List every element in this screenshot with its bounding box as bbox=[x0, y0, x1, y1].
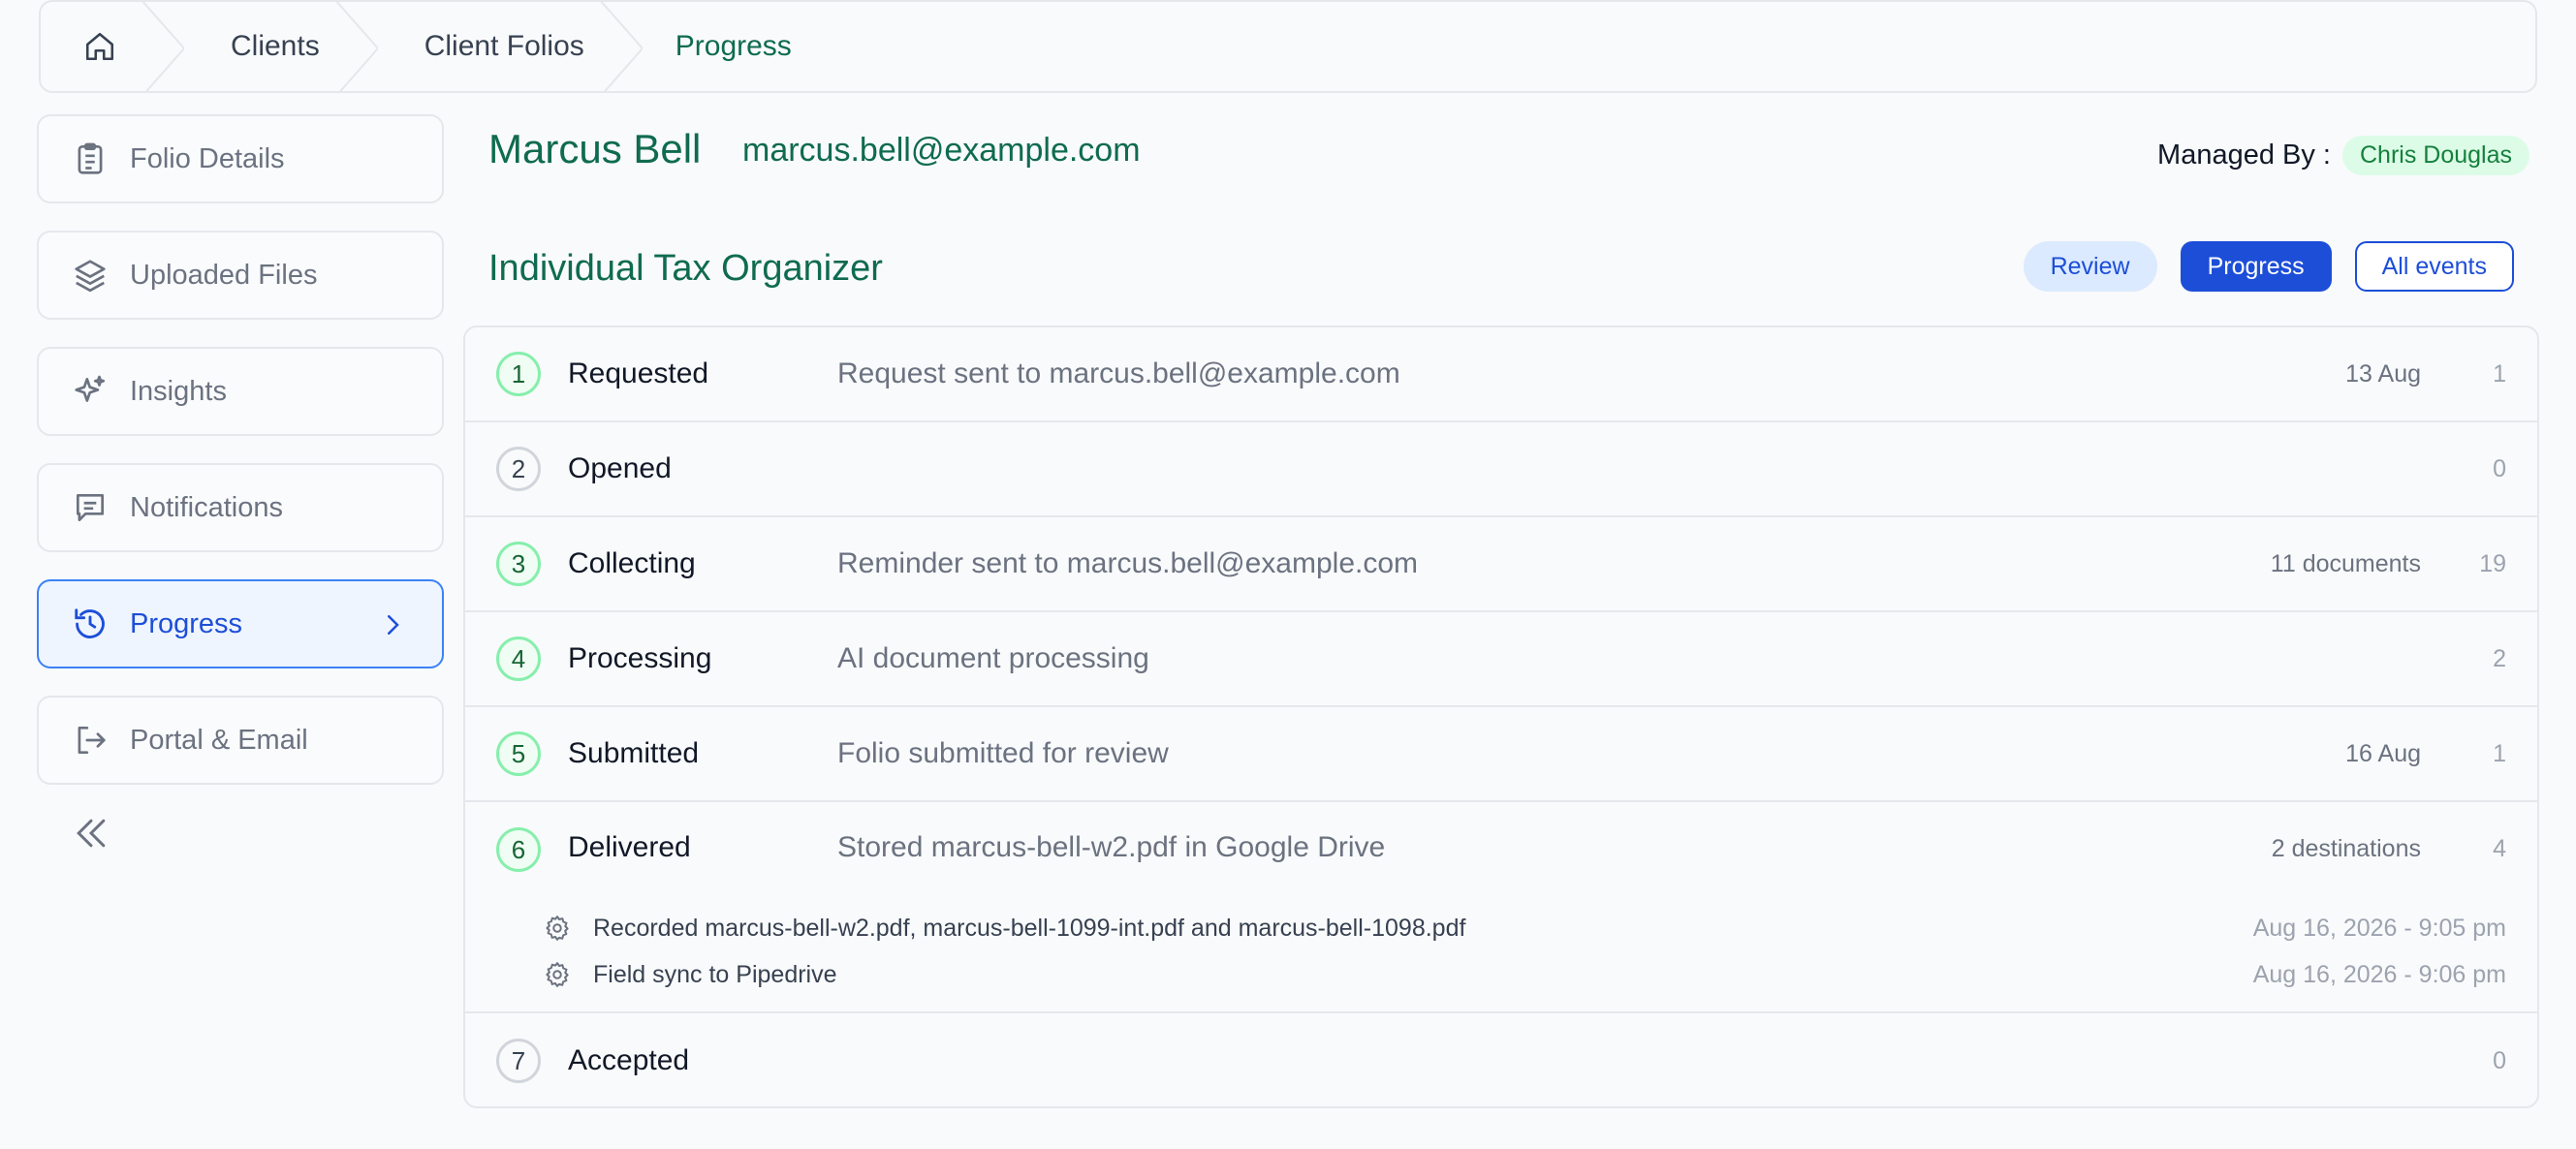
clipboard-icon bbox=[78, 142, 103, 174]
step-count: 1 bbox=[2493, 359, 2506, 388]
progress-row-opened[interactable]: 2 Opened 0 bbox=[465, 422, 2537, 517]
collapse-sidebar-icon[interactable] bbox=[70, 812, 112, 854]
message-icon bbox=[76, 493, 105, 522]
step-label: Processing bbox=[568, 642, 712, 674]
breadcrumb-clients[interactable]: Clients bbox=[184, 2, 378, 91]
step-number: 3 bbox=[496, 542, 541, 586]
event-text: Field sync to Pipedrive bbox=[593, 960, 837, 988]
step-number: 6 bbox=[496, 827, 541, 872]
step-number: 5 bbox=[496, 731, 541, 776]
step-label: Delivered bbox=[568, 831, 691, 863]
event-item: Field sync to Pipedrive Aug 16, 2026 - 9… bbox=[543, 955, 2506, 994]
step-number: 1 bbox=[496, 352, 541, 396]
organizer-title: Individual Tax Organizer bbox=[488, 248, 883, 289]
step-number: 7 bbox=[496, 1039, 541, 1083]
sidebar-item-notifications[interactable]: Notifications bbox=[37, 463, 444, 552]
step-description: Request sent to marcus.bell@example.com bbox=[837, 357, 1400, 389]
step-label: Accepted bbox=[568, 1044, 690, 1076]
managed-by-label: Managed By : bbox=[2157, 140, 2331, 171]
step-description: Folio submitted for review bbox=[837, 737, 1169, 769]
breadcrumb-label: Clients bbox=[231, 30, 320, 62]
step-meta: 11 documents bbox=[2270, 549, 2421, 577]
step-count: 0 bbox=[2493, 454, 2506, 482]
event-item: Recorded marcus-bell-w2.pdf, marcus-bell… bbox=[543, 909, 2506, 947]
progress-row-requested[interactable]: 1 Requested Request sent to marcus.bell@… bbox=[465, 327, 2537, 422]
step-count: 1 bbox=[2493, 739, 2506, 767]
progress-row-submitted[interactable]: 5 Submitted Folio submitted for review 1… bbox=[465, 707, 2537, 802]
sidebar-item-label: Progress bbox=[130, 607, 243, 639]
managed-by: Managed By : Chris Douglas bbox=[2157, 136, 2529, 175]
gear-icon bbox=[546, 962, 569, 987]
breadcrumb: Clients Client Folios Progress bbox=[39, 0, 2537, 93]
step-description: Stored marcus-bell-w2.pdf in Google Driv… bbox=[837, 831, 1386, 863]
step-meta: 2 destinations bbox=[2271, 835, 2421, 862]
sidebar-item-insights[interactable]: Insights bbox=[37, 347, 444, 436]
sparkles-icon bbox=[75, 375, 106, 402]
breadcrumb-separator bbox=[335, 2, 378, 91]
sidebar: Folio Details Uploaded Files Insights No… bbox=[37, 114, 444, 854]
progress-row-processing[interactable]: 4 Processing AI document processing 2 bbox=[465, 612, 2537, 707]
history-icon bbox=[75, 608, 105, 638]
sidebar-item-label: Uploaded Files bbox=[130, 259, 318, 291]
breadcrumb-client-folios[interactable]: Client Folios bbox=[378, 2, 643, 91]
chevron-right-icon bbox=[388, 615, 399, 635]
breadcrumb-separator bbox=[141, 2, 184, 91]
step-label: Opened bbox=[568, 452, 672, 484]
view-tabs: Review Progress All events bbox=[2023, 241, 2514, 292]
logout-icon bbox=[78, 726, 106, 755]
step-meta: 16 Aug bbox=[2345, 739, 2421, 767]
progress-list: 1 Requested Request sent to marcus.bell@… bbox=[463, 326, 2539, 1108]
gear-icon bbox=[546, 916, 569, 941]
step-number: 4 bbox=[496, 637, 541, 681]
step-label: Collecting bbox=[568, 547, 696, 579]
event-time: Aug 16, 2026 - 9:06 pm bbox=[2252, 960, 2506, 988]
step-count: 19 bbox=[2479, 549, 2506, 577]
tab-review[interactable]: Review bbox=[2023, 241, 2157, 292]
event-time: Aug 16, 2026 - 9:05 pm bbox=[2252, 914, 2506, 942]
sidebar-item-label: Folio Details bbox=[130, 142, 285, 174]
step-count: 0 bbox=[2493, 1046, 2506, 1074]
sidebar-item-portal-email[interactable]: Portal & Email bbox=[37, 696, 444, 785]
progress-row-accepted[interactable]: 7 Accepted 0 bbox=[465, 1013, 2537, 1106]
step-label: Submitted bbox=[568, 737, 700, 769]
step-count: 2 bbox=[2493, 644, 2506, 672]
progress-row-delivered[interactable]: 6 Delivered Stored marcus-bell-w2.pdf in… bbox=[465, 802, 2537, 1013]
sidebar-item-label: Portal & Email bbox=[130, 724, 308, 756]
step-description: Reminder sent to marcus.bell@example.com bbox=[837, 547, 1419, 579]
step-label: Requested bbox=[568, 357, 709, 389]
step-count: 4 bbox=[2493, 835, 2506, 862]
step-meta: 13 Aug bbox=[2345, 359, 2421, 388]
sidebar-item-uploaded-files[interactable]: Uploaded Files bbox=[37, 231, 444, 320]
sidebar-item-label: Notifications bbox=[130, 491, 283, 523]
breadcrumb-home[interactable] bbox=[41, 2, 184, 91]
breadcrumb-label: Progress bbox=[675, 30, 792, 62]
sidebar-item-label: Insights bbox=[130, 375, 227, 407]
sidebar-item-progress[interactable]: Progress bbox=[37, 579, 444, 668]
client-name: Marcus Bell bbox=[488, 126, 702, 171]
breadcrumb-separator bbox=[600, 2, 643, 91]
tab-all-events[interactable]: All events bbox=[2354, 241, 2514, 292]
client-email: marcus.bell@example.com bbox=[742, 132, 1141, 169]
step-description: AI document processing bbox=[837, 642, 1149, 674]
step-number: 2 bbox=[496, 447, 541, 491]
manager-badge[interactable]: Chris Douglas bbox=[2341, 136, 2529, 175]
sidebar-item-folio-details[interactable]: Folio Details bbox=[37, 114, 444, 203]
breadcrumb-label: Client Folios bbox=[424, 30, 584, 62]
layers-icon bbox=[75, 260, 106, 293]
home-icon bbox=[85, 32, 114, 61]
progress-row-collecting[interactable]: 3 Collecting Reminder sent to marcus.bel… bbox=[465, 517, 2537, 612]
tab-progress[interactable]: Progress bbox=[2180, 241, 2332, 292]
event-text: Recorded marcus-bell-w2.pdf, marcus-bell… bbox=[593, 914, 1466, 942]
breadcrumb-current: Progress bbox=[643, 2, 850, 91]
